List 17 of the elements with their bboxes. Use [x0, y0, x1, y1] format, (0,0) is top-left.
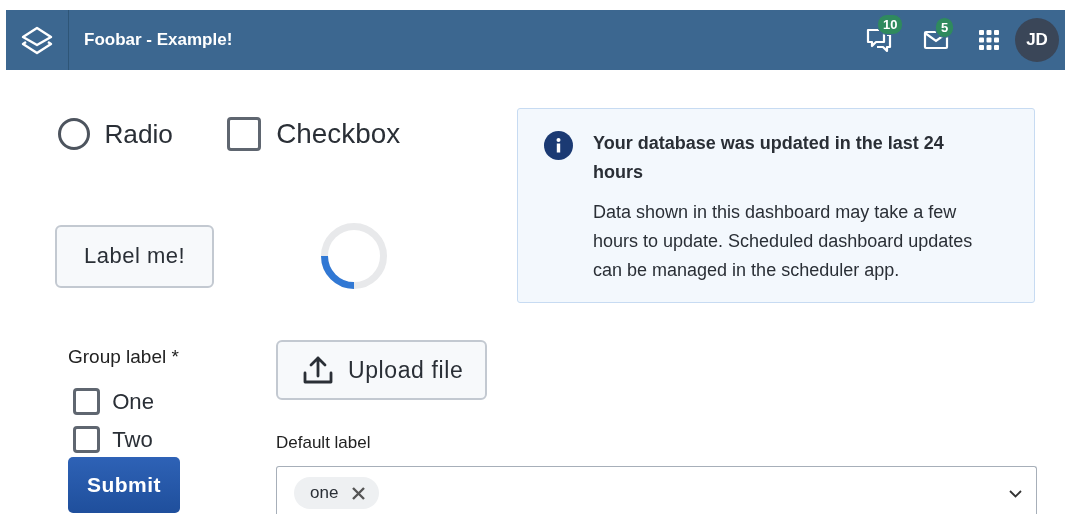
alert-title: Your database was updated in the last 24 hours [593, 132, 945, 184]
multi-select-field[interactable]: one [276, 466, 1037, 514]
count-badge: 10 [877, 14, 904, 35]
option-label: Two [112, 426, 153, 453]
count-badge: 5 [935, 17, 955, 38]
chip-label: one [310, 483, 339, 503]
user-avatar[interactable]: JD [1015, 18, 1059, 62]
field-label: Default label [276, 433, 372, 453]
group-label: Group label * [68, 346, 180, 368]
option-label: One [112, 388, 154, 415]
option-label: Radio [104, 118, 173, 150]
upload-file-button[interactable]: Upload file [276, 340, 488, 400]
option-label: Checkbox [276, 118, 401, 150]
submit-button[interactable]: Submit [68, 457, 180, 513]
label-me-button[interactable]: Label me! [55, 224, 214, 288]
alert-message: Data shown in this dashboard may take a few hours to update. Scheduled dashboard updates can be managed in the scheduler app. [593, 201, 974, 282]
app-title: Foobar - Example! [84, 30, 234, 50]
